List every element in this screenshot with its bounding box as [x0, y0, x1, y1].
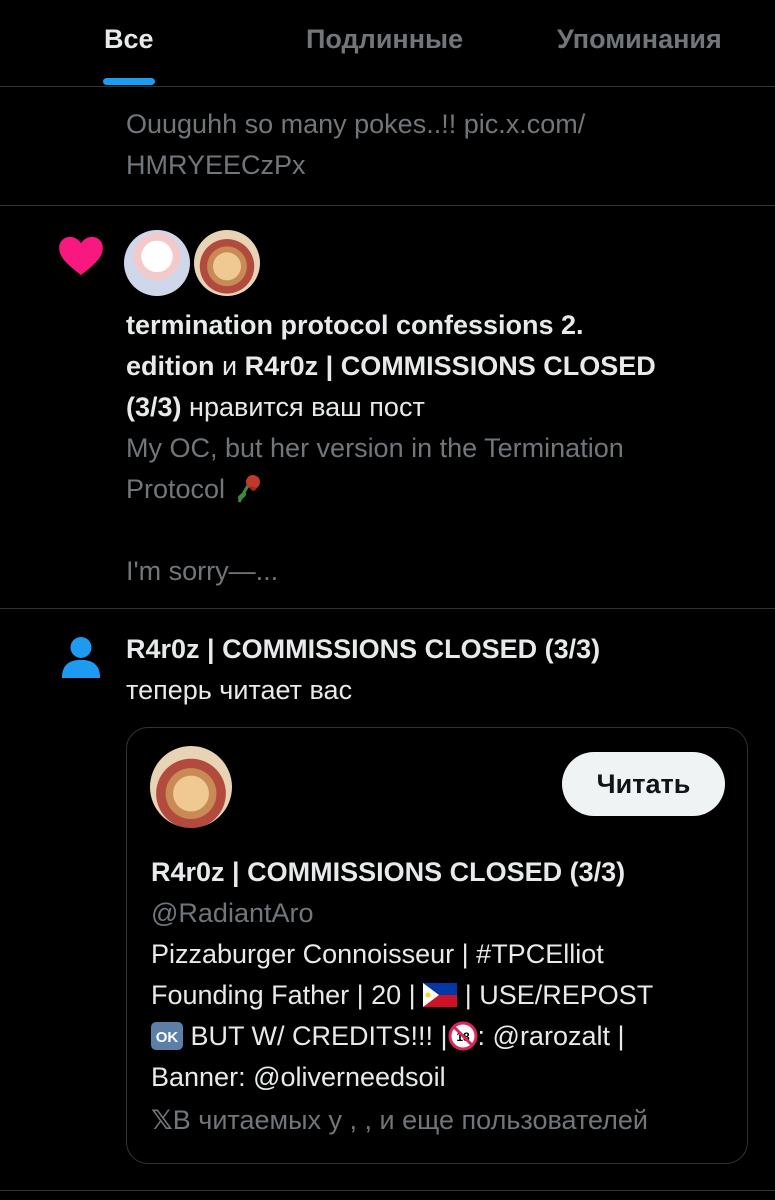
user-bio-line: : @rarozalt | — [477, 1021, 625, 1051]
divider — [0, 1190, 775, 1191]
user-name[interactable]: termination protocol confessions 2. — [126, 310, 584, 340]
user-bio-line: BUT W/ CREDITS!!! | — [183, 1021, 448, 1051]
tab-all[interactable]: Все — [104, 24, 154, 55]
heart-icon — [59, 236, 103, 276]
avatar[interactable] — [194, 230, 260, 296]
like-notification-text[interactable]: termination protocol confessions 2. edit… — [126, 305, 746, 592]
avatar[interactable] — [150, 746, 232, 828]
user-card-info: R4r0z | COMMISSIONS CLOSED (3/3) @Radian… — [151, 852, 731, 1141]
post-text-line: Ouuguhh so many pokes..!! pic.x.com/ — [126, 109, 586, 139]
user-name[interactable]: edition — [126, 351, 215, 381]
user-bio-line: | USE/REPOST — [457, 980, 654, 1010]
user-name[interactable]: R4r0z | COMMISSIONS CLOSED — [245, 351, 656, 381]
wilted-rose-icon — [237, 475, 260, 503]
user-bio-line: Pizzaburger Connoisseur | #TPCElliot — [151, 939, 604, 969]
followers-you-know: В читаемых у , , и еще пользователей — [172, 1105, 648, 1135]
user-name[interactable]: R4r0z | COMMISSIONS CLOSED (3/3) — [151, 857, 625, 887]
user-bio-line: Founding Father | 20 | — [151, 980, 424, 1010]
post-text-line: My OC, but her version in the Terminatio… — [126, 433, 624, 463]
conjunction: и — [214, 351, 245, 381]
tab-verified[interactable]: Подлинные — [306, 24, 463, 55]
user-bio-line: Banner: @oliverneedsoil — [151, 1062, 446, 1092]
follow-notification-text[interactable]: R4r0z | COMMISSIONS CLOSED (3/3) теперь … — [126, 629, 746, 711]
tab-mentions[interactable]: Упоминания — [557, 24, 722, 55]
user-name[interactable]: (3/3) — [126, 392, 182, 422]
follow-button[interactable]: Читать — [562, 752, 725, 816]
post-text-line: I'm sorry—... — [126, 556, 279, 586]
ok-button-icon: OK — [151, 1022, 183, 1050]
avatar[interactable] — [124, 230, 190, 296]
svg-text:OK: OK — [156, 1029, 179, 1046]
like-action-text: нравится ваш пост — [181, 392, 425, 422]
user-name[interactable]: R4r0z | COMMISSIONS CLOSED (3/3) — [126, 634, 600, 664]
notification-tabs: Все Подлинные Упоминания — [0, 0, 775, 87]
post-text-line: Protocol — [126, 474, 226, 504]
post-text-line: HMRYEECzPx — [126, 150, 306, 180]
follow-action-text: теперь читает вас — [126, 675, 353, 705]
philippines-flag-icon — [423, 983, 458, 1007]
notification-post-text[interactable]: Ouuguhh so many pokes..!! pic.x.com/ HMR… — [126, 104, 746, 186]
active-tab-indicator — [103, 78, 155, 85]
divider — [0, 205, 775, 206]
no-under-18-icon: 18 — [448, 1021, 478, 1051]
divider — [0, 608, 775, 609]
user-handle[interactable]: @RadiantAro — [151, 893, 731, 934]
x-logo-icon: 𝕏 — [151, 1105, 173, 1135]
person-icon — [61, 636, 101, 678]
